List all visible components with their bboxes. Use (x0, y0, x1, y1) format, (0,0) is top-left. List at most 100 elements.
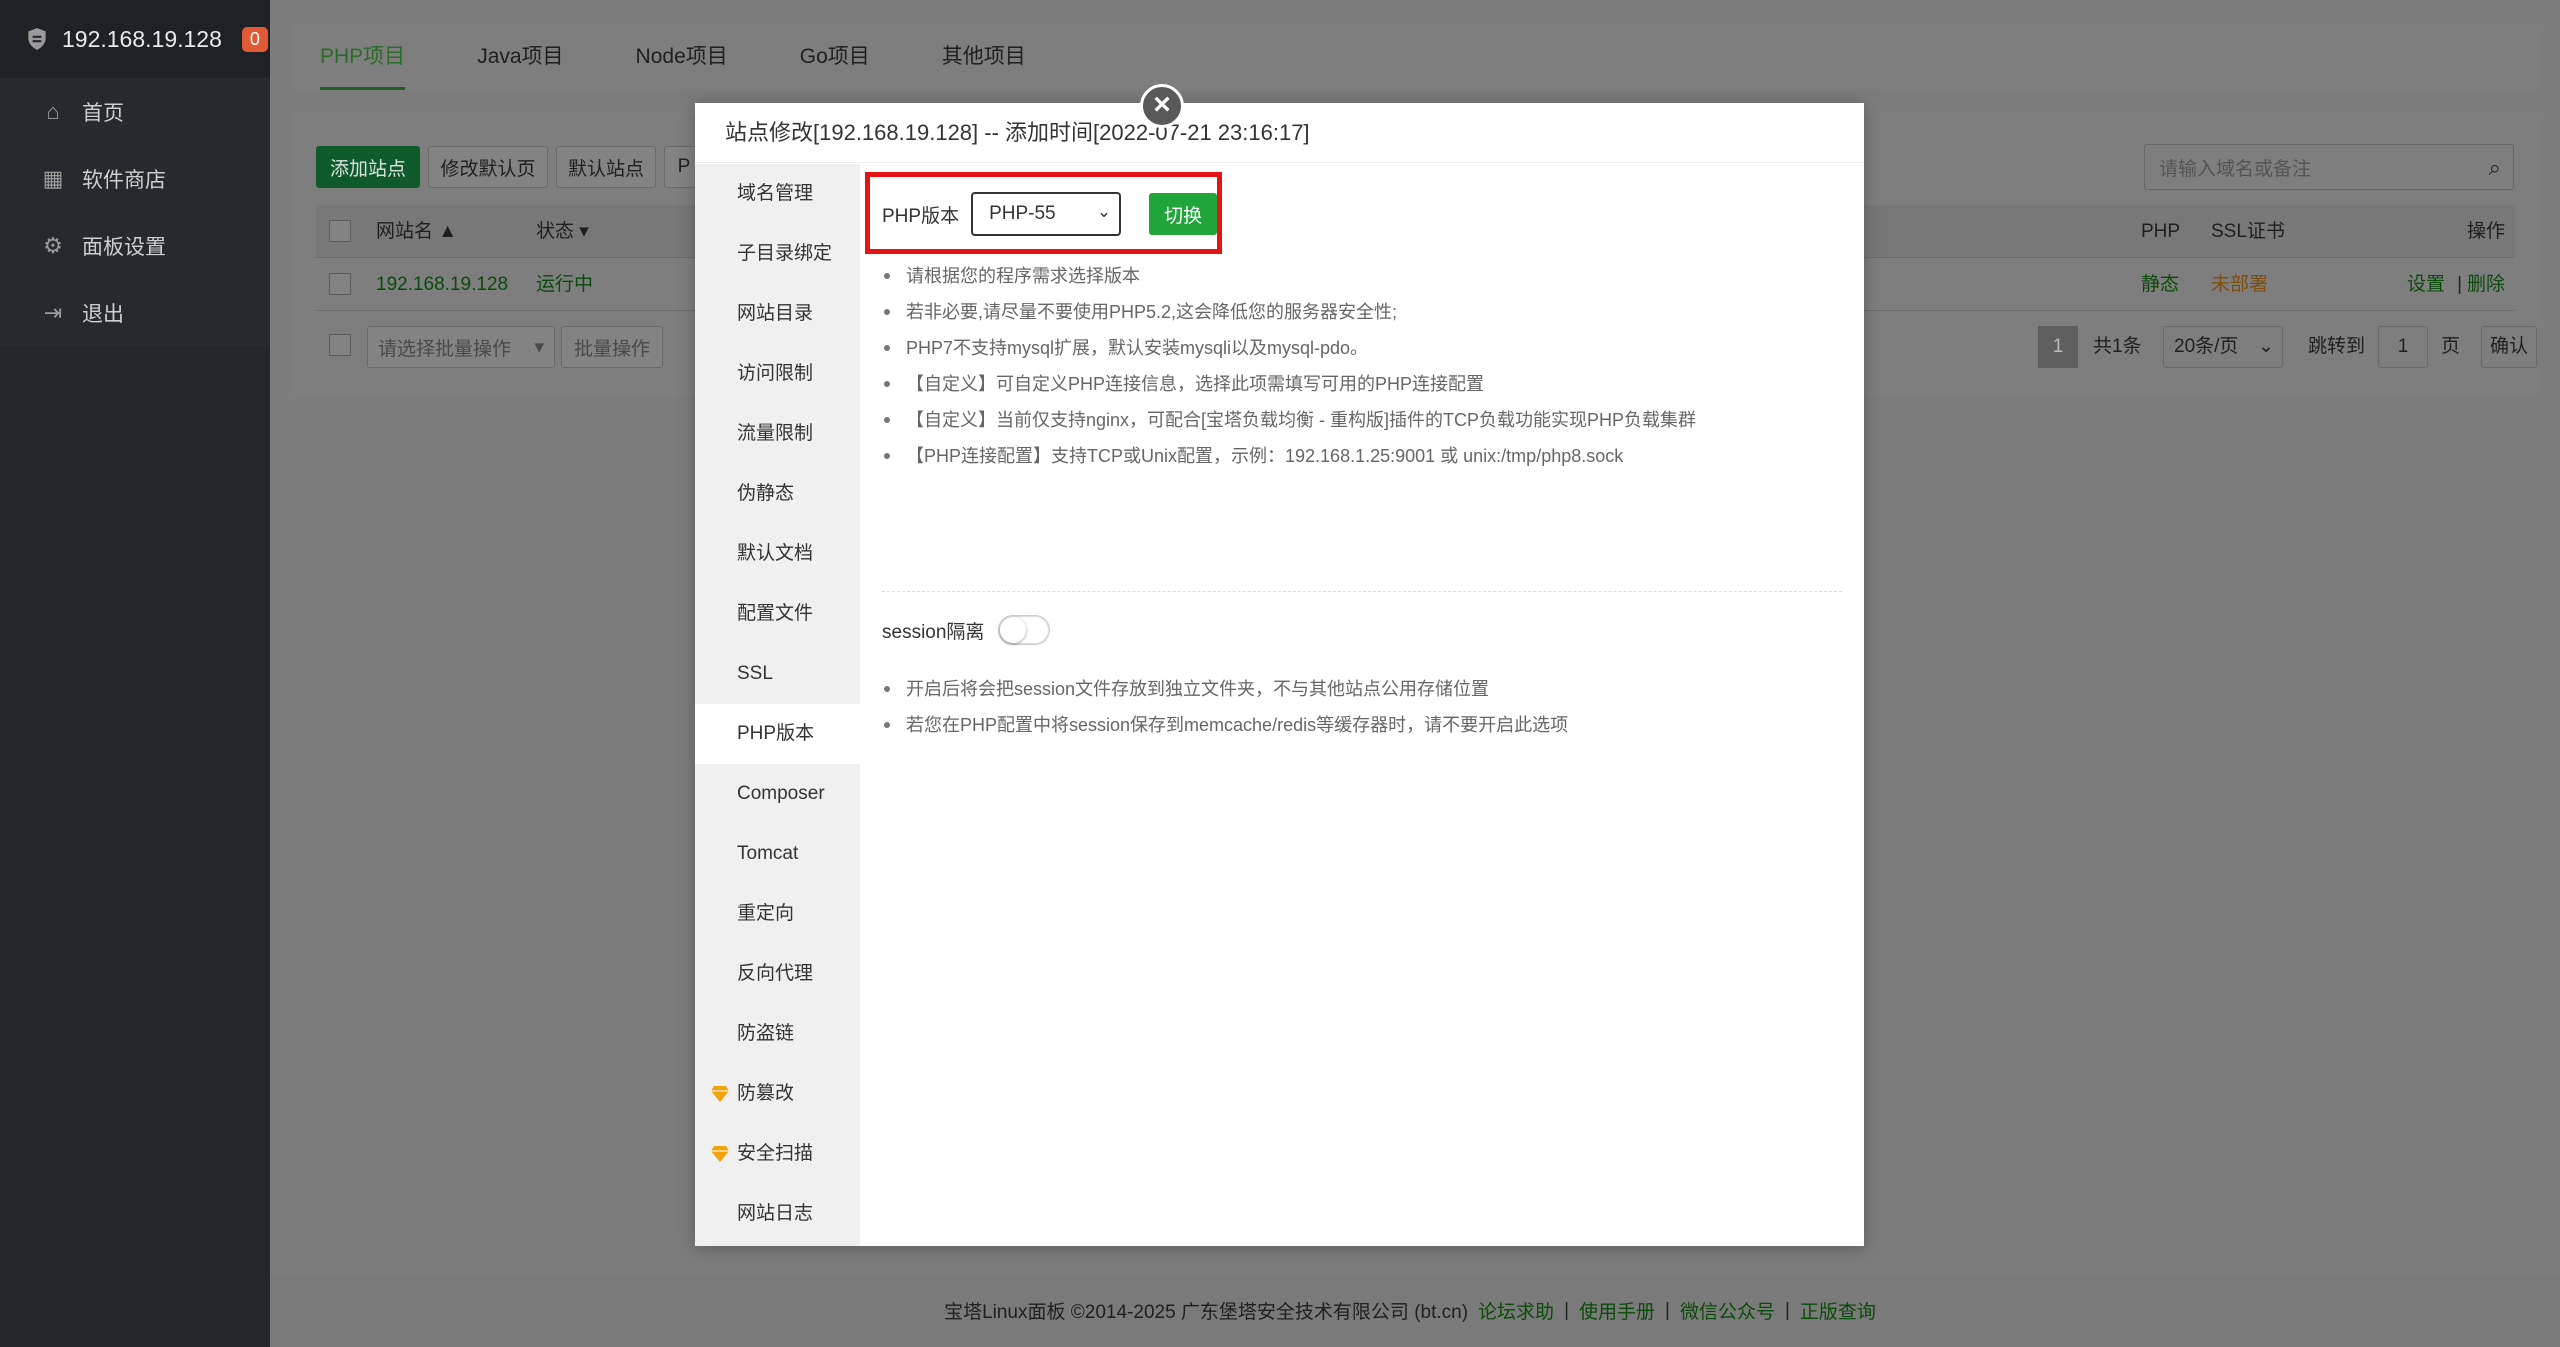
nav-item[interactable]: 域名管理 (695, 164, 860, 224)
site-settings-link[interactable]: 设置 (2407, 258, 2445, 311)
nav-item[interactable]: 网站日志 (695, 1184, 860, 1244)
session-isolation-label: session隔离 (882, 621, 985, 643)
jump-input[interactable]: 1 (2378, 326, 2428, 368)
select-all-checkbox[interactable] (329, 220, 351, 242)
nav-label: PHP版本 (737, 723, 815, 744)
nav-label: 防盗链 (737, 1023, 795, 1044)
nav-label: 默认文档 (737, 543, 814, 564)
list-item: 【自定义】可自定义PHP连接信息，选择此项需填写可用的PHP连接配置 (882, 366, 1696, 402)
php-version-value: PHP-55 (989, 203, 1056, 224)
nav-label: 网站日志 (737, 1203, 814, 1224)
sidebar-item-settings[interactable]: ⚙ 面板设置 (0, 212, 270, 279)
switch-button[interactable]: 切换 (1149, 193, 1218, 235)
caret-down-icon: ▾ (534, 336, 544, 358)
tab-java[interactable]: Java项目 (477, 24, 563, 90)
site-name-link[interactable]: 192.168.19.128 (376, 258, 508, 311)
notification-badge[interactable]: 0 (241, 26, 268, 52)
batch-select[interactable]: 请选择批量操作 ▾ (367, 326, 555, 368)
nav-item[interactable]: 访问限制 (695, 344, 860, 404)
add-site-button[interactable]: 添加站点 (316, 146, 420, 188)
search-icon[interactable]: ⌕ (2489, 155, 2501, 181)
footer-link-forum[interactable]: 论坛求助 (1478, 1297, 1554, 1324)
close-icon[interactable]: × (1140, 84, 1184, 128)
jump-label: 跳转到 (2308, 336, 2366, 357)
nav-label: Composer (737, 783, 825, 804)
site-status[interactable]: 运行中 (536, 258, 593, 311)
nav-item[interactable]: 配置文件 (695, 584, 860, 644)
list-item: 若非必要,请尽量不要使用PHP5.2,这会降低您的服务器安全性; (882, 294, 1696, 330)
gear-icon: ⚙ (43, 232, 63, 258)
jump-confirm-button[interactable]: 确认 (2481, 326, 2537, 368)
footer-link-license[interactable]: 正版查询 (1800, 1297, 1876, 1324)
page-unit: 页 (2441, 336, 2461, 357)
list-item: 若您在PHP配置中将session保存到memcache/redis等缓存器时，… (882, 707, 1568, 743)
nav-item[interactable]: 安全扫描 (695, 1124, 860, 1184)
footer-link-wechat[interactable]: 微信公众号 (1680, 1297, 1775, 1324)
site-delete-link[interactable]: 删除 (2467, 258, 2505, 311)
col-ops: 操作 (2466, 221, 2505, 242)
search-input[interactable]: 请输入域名或备注 ⌕ (2144, 144, 2514, 190)
php-version-row: PHP版本 PHP-55 ⌄ 切换 (882, 192, 1218, 236)
col-ssl: SSL证书 (2211, 221, 2285, 242)
nav-item[interactable]: 流量限制 (695, 404, 860, 464)
nav-label: SSL (737, 663, 773, 684)
sidebar-item-label: 首页 (82, 101, 124, 125)
footer-copyright: 宝塔Linux面板 ©2014-2025 广东堡塔安全技术有限公司 (bt.cn… (944, 1302, 1469, 1323)
sidebar-item-store[interactable]: ▦ 软件商店 (0, 145, 270, 212)
nav-label: 访问限制 (737, 363, 814, 384)
diamond-icon (711, 1086, 729, 1102)
row-checkbox[interactable] (329, 273, 351, 295)
nav-label: 安全扫描 (737, 1143, 814, 1164)
nav-label: 配置文件 (737, 603, 814, 624)
nav-item[interactable]: 子目录绑定 (695, 224, 860, 284)
col-status[interactable]: 状态 ▾ (536, 205, 589, 258)
edit-default-page-button[interactable]: 修改默认页 (428, 146, 548, 188)
page-size-select[interactable]: 20条/页 ⌄ (2163, 326, 2283, 368)
nav-item[interactable]: 重定向 (695, 884, 860, 944)
sidebar-nav: ⌂ 首页 ▦ 软件商店 ⚙ 面板设置 ⇥ 退出 (0, 78, 270, 346)
nav-item[interactable]: 网站目录 (695, 284, 860, 344)
nav-item[interactable]: 默认文档 (695, 524, 860, 584)
session-isolation-row: session隔离 (882, 610, 1051, 650)
chevron-down-icon: ⌄ (1096, 202, 1112, 221)
sidebar-item-label: 软件商店 (82, 168, 166, 192)
server-host: 192.168.19.128 (62, 25, 222, 52)
php-version-select[interactable]: PHP-55 ⌄ (971, 192, 1122, 236)
toggle-knob (1000, 617, 1027, 643)
page-size-value: 20条/页 (2174, 336, 2239, 357)
site-php[interactable]: 静态 (2141, 258, 2179, 311)
project-tabs: PHP项目 Java项目 Node项目 Go项目 其他项目 (293, 24, 2538, 90)
nav-label: 防篡改 (737, 1083, 795, 1104)
nav-item[interactable]: Tomcat (695, 824, 860, 884)
col-name[interactable]: 网站名 ▲ (376, 205, 457, 258)
grid-icon: ▦ (42, 165, 64, 191)
tab-node[interactable]: Node项目 (636, 24, 728, 90)
default-site-button[interactable]: 默认站点 (556, 146, 656, 188)
site-ssl[interactable]: 未部署 (2211, 258, 2268, 311)
dialog-nav: 域名管理 子目录绑定 网站目录 访问限制 流量限制 伪静态 默认文档 配置文件 … (695, 164, 860, 1246)
logout-icon: ⇥ (43, 299, 63, 325)
nav-item-php-version[interactable]: PHP版本 (695, 704, 860, 764)
chevron-down-icon: ⌄ (2258, 336, 2274, 357)
sidebar: 192.168.19.128 0 ⌂ 首页 ▦ 软件商店 ⚙ 面板设置 ⇥ 退出 (0, 0, 270, 1347)
batch-select-placeholder: 请选择批量操作 (378, 338, 512, 360)
tab-go[interactable]: Go项目 (800, 24, 870, 90)
sidebar-item-logout[interactable]: ⇥ 退出 (0, 279, 270, 346)
nav-item[interactable]: Composer (695, 764, 860, 824)
nav-item[interactable]: 反向代理 (695, 944, 860, 1004)
tab-other[interactable]: 其他项目 (942, 24, 1026, 90)
page-current[interactable]: 1 (2038, 326, 2078, 368)
sidebar-item-home[interactable]: ⌂ 首页 (0, 78, 270, 145)
php-tips-list: 请根据您的程序需求选择版本 若非必要,请尽量不要使用PHP5.2,这会降低您的服… (882, 258, 1696, 474)
batch-action-button[interactable]: 批量操作 (561, 326, 663, 368)
page-total: 共1条 (2093, 336, 2142, 357)
nav-item[interactable]: 防篡改 (695, 1064, 860, 1124)
nav-item[interactable]: SSL (695, 644, 860, 704)
nav-item[interactable]: 伪静态 (695, 464, 860, 524)
tab-php[interactable]: PHP项目 (320, 24, 406, 90)
batch-checkbox[interactable] (329, 334, 351, 356)
footer-link-manual[interactable]: 使用手册 (1579, 1297, 1655, 1324)
nav-item[interactable]: 防盗链 (695, 1004, 860, 1064)
divider (882, 591, 1842, 592)
session-isolation-toggle[interactable] (998, 615, 1051, 645)
